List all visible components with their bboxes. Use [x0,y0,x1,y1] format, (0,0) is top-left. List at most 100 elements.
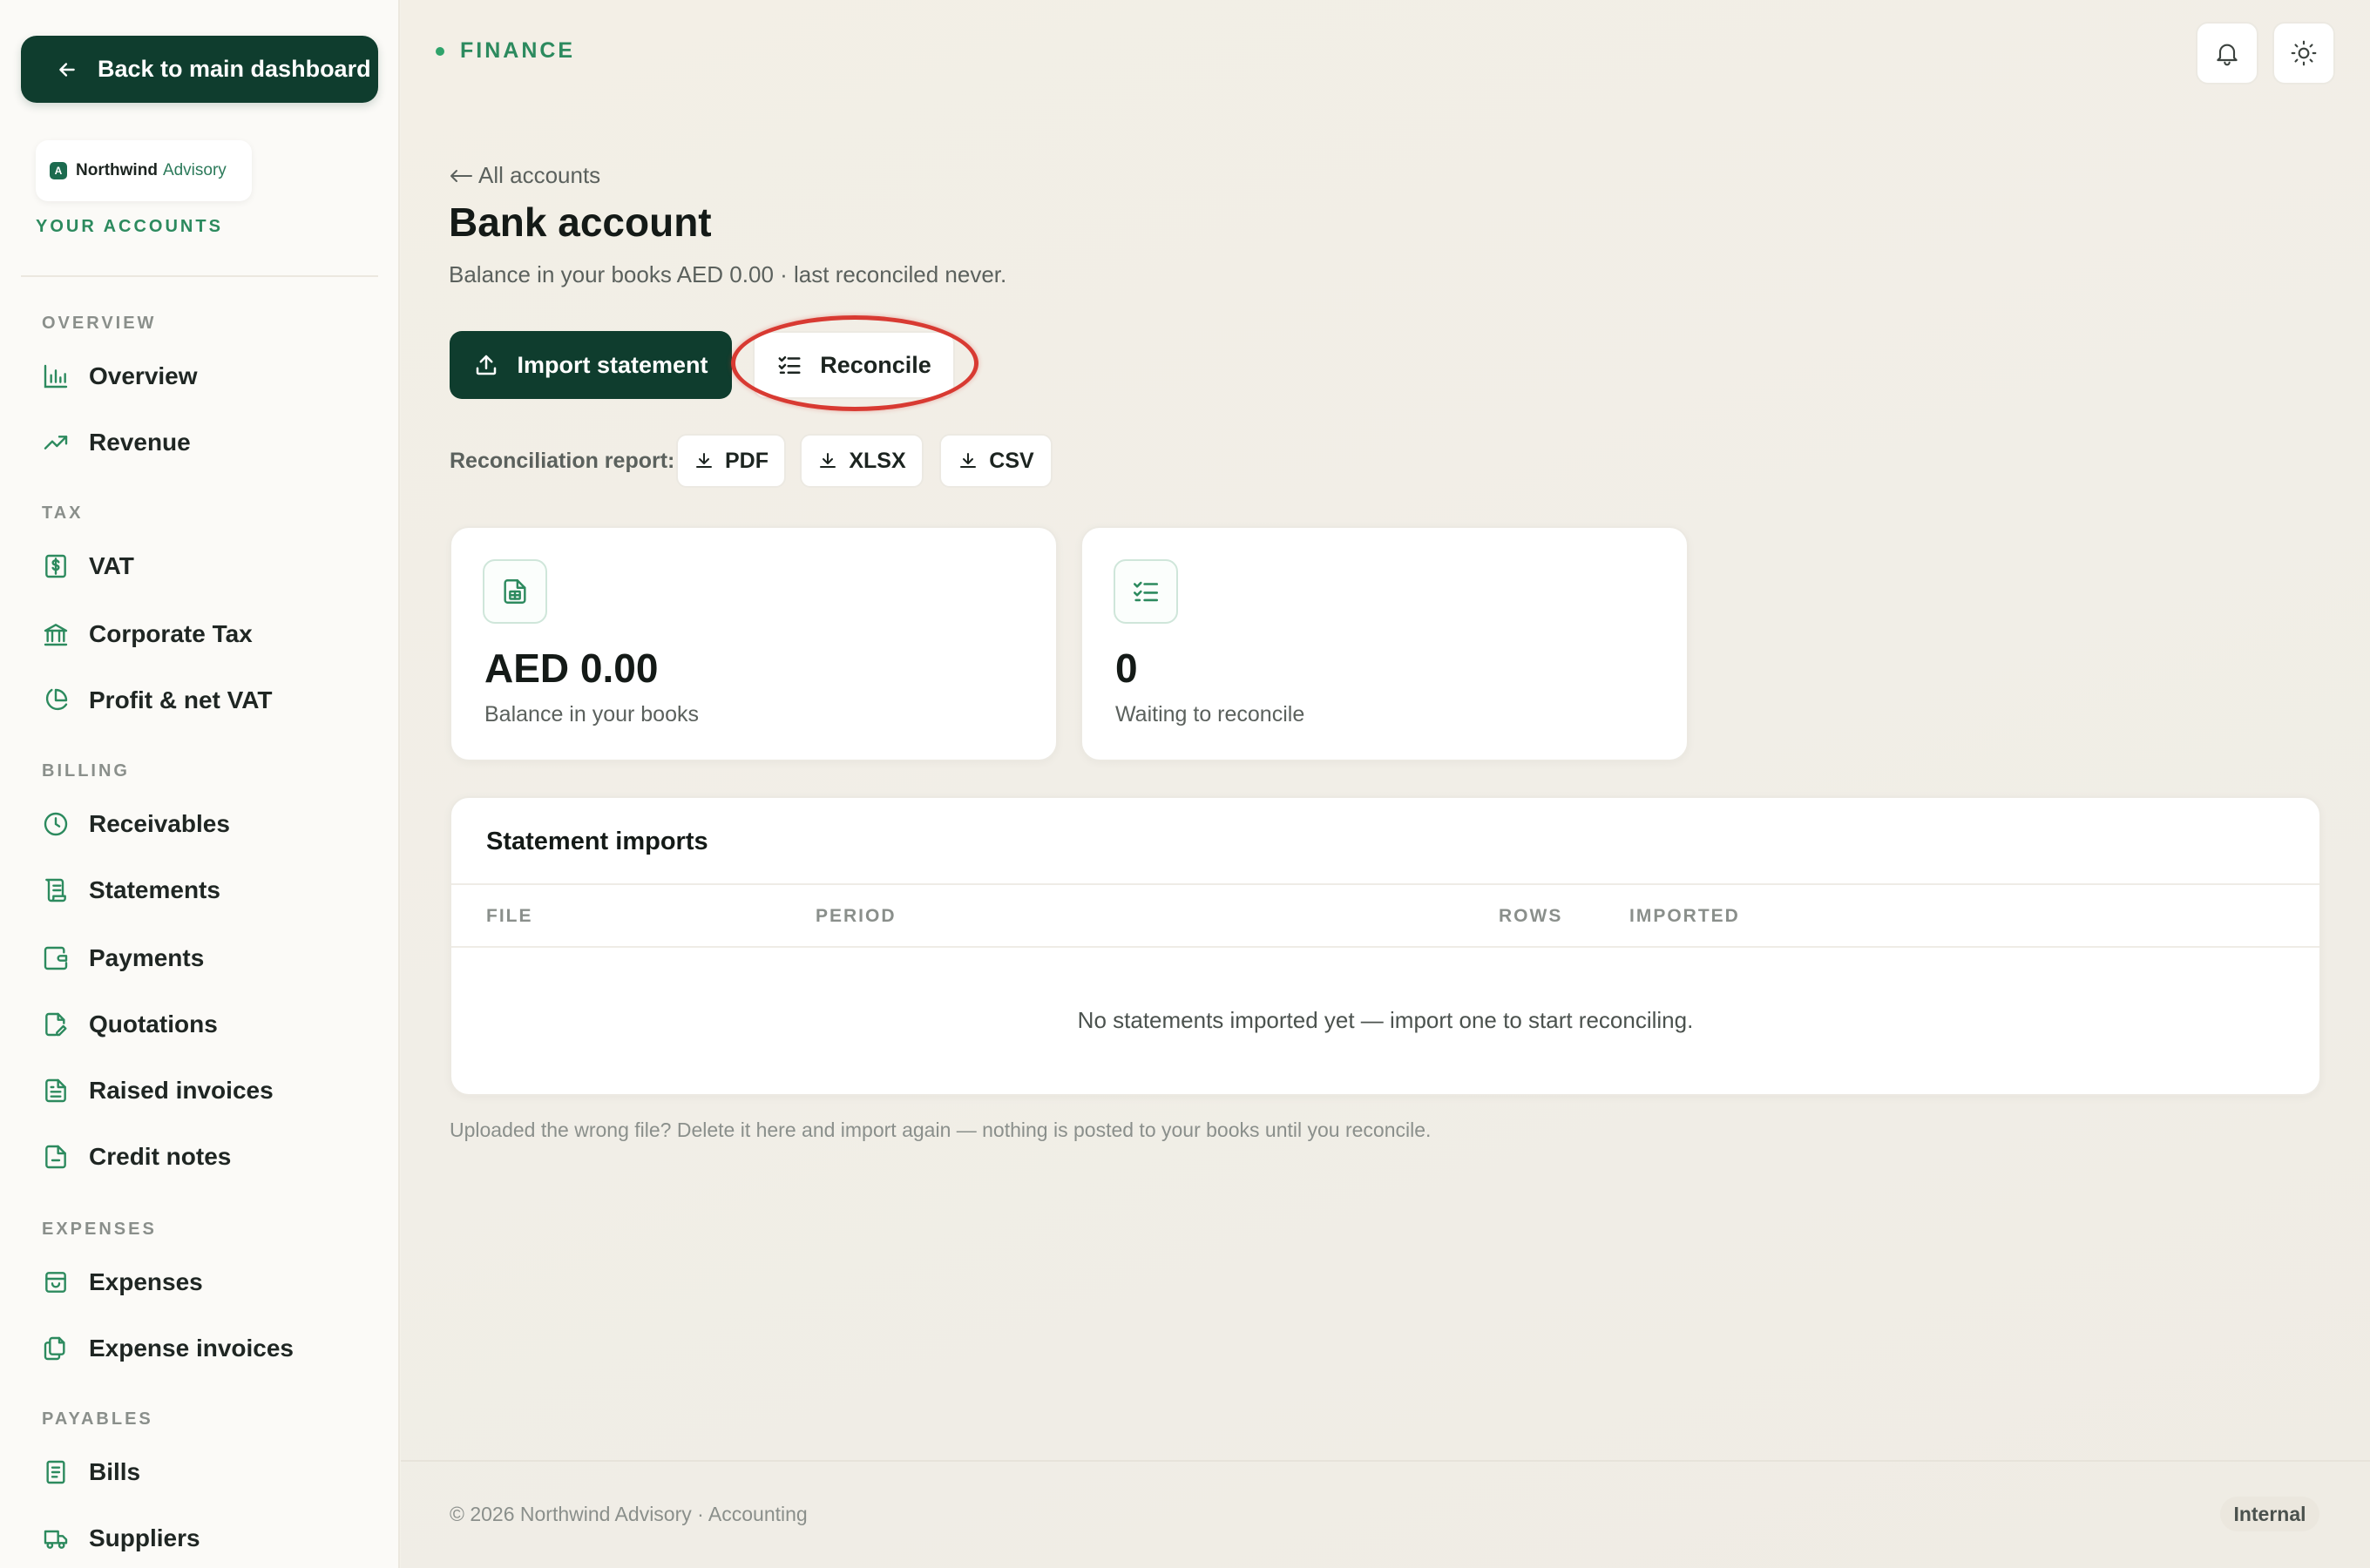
page-subtitle: Balance in your books AED 0.00 · last re… [449,261,1007,287]
sidebar-divider [21,275,378,277]
download-icon [694,450,714,471]
download-pdf-label: PDF [725,448,769,473]
empty-state-message: No statements imported yet — import one … [1077,1007,1694,1033]
nav-section-billing: BILLING [42,761,130,781]
sidebar-item-bills[interactable]: Bills [42,1450,382,1495]
sidebar-item-revenue[interactable]: Revenue [42,420,382,465]
theme-toggle-button[interactable] [2272,22,2335,84]
download-xlsx-button[interactable]: XLSX [800,434,924,488]
sidebar-item-label: Expenses [89,1268,203,1295]
sidebar-item-overview[interactable]: Overview [42,354,382,399]
column-header-period[interactable]: PERIOD [816,906,897,927]
download-icon [958,450,978,471]
document-icon [483,559,547,624]
column-header-file[interactable]: FILE [486,906,533,927]
brand-logo: A [50,162,67,179]
sidebar-item-statements[interactable]: Statements [42,868,382,913]
wallet-icon [42,944,70,972]
sidebar-item-label: Credit notes [89,1143,232,1170]
back-to-dashboard-label: Back to main dashboard [98,56,371,82]
sidebar-item-payments[interactable]: Payments [42,936,382,981]
import-statement-label: Import statement [517,351,708,378]
bell-icon [2213,39,2241,67]
sidebar-item-label: Bills [89,1458,141,1485]
truck-icon [42,1524,70,1552]
sidebar-item-quotations[interactable]: Quotations [42,1002,382,1047]
sidebar: Back to main dashboard A Northwind Adviso… [0,0,400,1568]
download-xlsx-label: XLSX [849,448,906,473]
table-header: FILE PERIOD ROWS IMPORTED [451,883,2319,948]
reconcile-label: Reconcile [820,351,931,378]
report-label: Reconciliation report: [450,449,675,473]
sidebar-item-credit-notes[interactable]: Credit notes [42,1134,382,1179]
notifications-button[interactable] [2196,22,2258,84]
bank-icon [42,620,70,648]
nav-section-payables: PAYABLES [42,1409,153,1429]
invoice-icon [42,1077,70,1105]
statement-imports-card: Statement imports FILE PERIOD ROWS IMPOR… [450,796,2321,1096]
brand-card[interactable]: A Northwind Advisory [36,140,252,201]
column-header-rows[interactable]: ROWS [1499,906,1562,927]
receipt-icon [42,1458,70,1486]
sidebar-item-label: Profit & net VAT [89,686,273,713]
sun-icon [2290,39,2318,67]
dollar-doc-icon [42,552,70,580]
sidebar-item-label: Expense invoices [89,1335,295,1362]
sidebar-item-label: Corporate Tax [89,620,253,647]
sidebar-item-label: Quotations [89,1010,218,1037]
file-icon [42,1143,70,1171]
trend-up-icon [42,429,70,456]
all-accounts-label: All accounts [478,162,601,188]
sidebar-item-corporate-tax[interactable]: Corporate Tax [42,612,382,657]
scroll-icon [42,876,70,904]
column-header-imported[interactable]: IMPORTED [1629,906,1740,927]
sidebar-item-receivables[interactable]: Receivables [42,801,382,847]
statement-imports-title: Statement imports [486,828,708,855]
sidebar-item-vat[interactable]: VAT [42,544,382,589]
hint-text: Uploaded the wrong file? Delete it here … [450,1119,1432,1141]
your-accounts-link[interactable]: YOUR ACCOUNTS [36,217,223,237]
brand-name: Northwind [76,161,158,179]
sidebar-item-label: Revenue [89,429,191,456]
nav-section-expenses: EXPENSES [42,1220,157,1239]
waiting-stat-card: 0 Waiting to reconcile [1080,526,1689,761]
arrow-left-icon [449,167,473,185]
download-csv-button[interactable]: CSV [939,434,1053,488]
balance-value: AED 0.00 [484,645,659,691]
footer-divider [401,1460,2370,1462]
balance-label: Balance in your books [484,702,699,727]
sidebar-item-label: Payments [89,944,205,971]
sidebar-item-raised-invoices[interactable]: Raised invoices [42,1068,382,1113]
checklist-icon [1114,559,1178,624]
checklist-icon [776,352,802,378]
nav-section-overview: OVERVIEW [42,314,157,333]
section-breadcrumb: FINANCE [436,38,575,64]
status-dot [436,46,444,56]
waiting-value: 0 [1115,645,1138,691]
import-statement-button[interactable]: Import statement [450,331,732,399]
download-icon [817,450,838,471]
nav-section-tax: TAX [42,504,84,523]
edit-doc-icon [42,1010,70,1038]
download-csv-label: CSV [989,448,1034,473]
sidebar-item-expenses[interactable]: Expenses [42,1260,382,1305]
sidebar-item-suppliers[interactable]: Suppliers [42,1516,382,1561]
sidebar-item-label: Statements [89,876,220,903]
all-accounts-link[interactable]: All accounts [449,162,600,189]
download-pdf-button[interactable]: PDF [676,434,786,488]
back-to-dashboard-button[interactable]: Back to main dashboard [21,36,378,103]
reconcile-button[interactable]: Reconcile [753,331,955,399]
sidebar-item-label: Suppliers [89,1524,200,1551]
sidebar-item-label: Overview [89,362,198,389]
footer-copyright: © 2026 Northwind Advisory · Accounting [450,1503,808,1525]
upload-icon [473,352,499,378]
page-title: Bank account [449,199,712,245]
balance-stat-card: AED 0.00 Balance in your books [450,526,1058,761]
pie-chart-icon [42,686,70,714]
brand-sub: Advisory [162,161,227,179]
sidebar-item-expense-invoices[interactable]: Expense invoices [42,1326,382,1371]
sidebar-item-profit-net-vat[interactable]: Profit & net VAT [42,678,382,723]
bag-icon [42,1268,70,1296]
arrow-left-icon [56,58,78,81]
sidebar-item-label: Receivables [89,810,230,837]
